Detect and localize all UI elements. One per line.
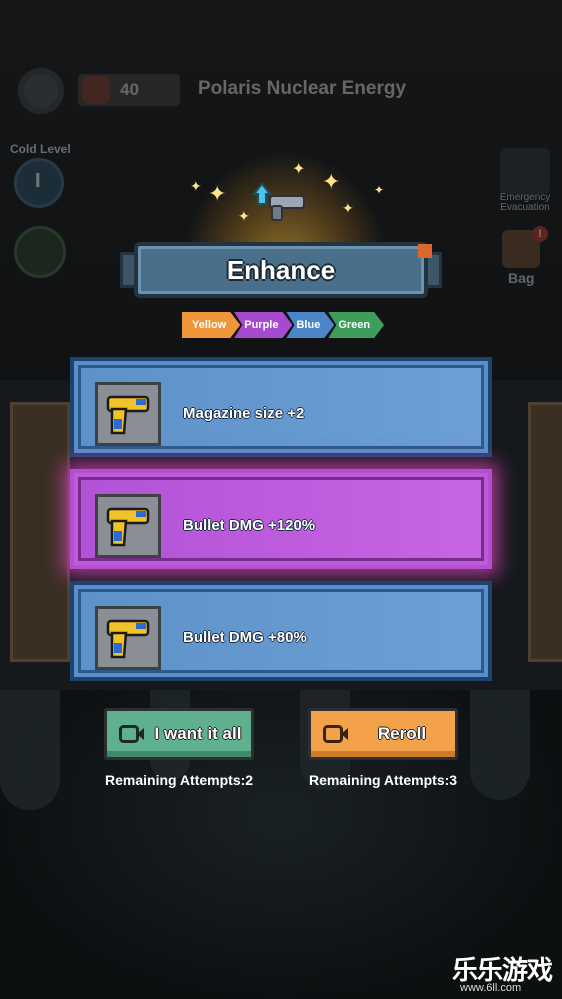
tier-green: Green: [328, 312, 384, 338]
pistol-icon: [106, 507, 150, 547]
tier-blue: Blue: [286, 312, 334, 338]
card-inner: Magazine size +2: [78, 365, 484, 449]
take-all-label: I want it all: [154, 724, 242, 743]
background-door: [10, 402, 70, 662]
card-inner: Bullet DMG +120%: [78, 477, 484, 561]
snow-drip: [0, 690, 60, 810]
coin-value: 40: [120, 80, 139, 99]
sparkle-icon: ✦: [374, 183, 385, 197]
cold-level-label: Cold Level: [10, 142, 71, 156]
snow-drip: [470, 690, 530, 800]
video-ad-icon: [323, 725, 348, 743]
sparkle-icon: ✦: [342, 200, 354, 216]
sparkle-icon: ✦: [208, 181, 227, 206]
weapon-slot-icon: [14, 226, 66, 278]
gun-thumbnail: [95, 382, 161, 446]
tier-purple: Purple: [234, 312, 292, 338]
option-label: Bullet DMG +80%: [183, 629, 307, 646]
sparkle-icon: ✦: [190, 178, 202, 194]
reroll-attempts: Remaining Attempts:3: [309, 772, 458, 788]
sparkle-icon: ✦: [238, 208, 250, 224]
zone-title: Polaris Nuclear Energy: [198, 78, 407, 99]
pistol-icon: [106, 395, 150, 435]
watermark-url: www.6ll.com: [460, 982, 522, 994]
upgrade-gun-icon: [251, 182, 308, 222]
settings-gear-icon: [18, 68, 64, 114]
sparkle-icon: ✦: [322, 169, 341, 194]
enhance-option-card[interactable]: Magazine size +2: [70, 357, 492, 457]
bag-label: Bag: [508, 270, 535, 286]
background-door: [528, 402, 562, 662]
gun-thumbnail: [95, 606, 161, 670]
take-all-button[interactable]: I want it all: [104, 708, 254, 760]
enhance-option-card-selected[interactable]: Bullet DMG +120%: [70, 469, 492, 569]
evacuation-label: Emergency Evacuation: [499, 192, 551, 213]
video-ad-icon: [119, 725, 144, 743]
cold-level-value: I: [35, 170, 41, 192]
option-label: Magazine size +2: [183, 405, 305, 422]
coin-icon: [82, 76, 110, 104]
bag-alert-badge: !: [532, 226, 548, 242]
enhance-title: Enhance: [226, 255, 336, 285]
take-all-attempts: Remaining Attempts:2: [105, 772, 254, 788]
card-inner: Bullet DMG +80%: [78, 589, 484, 673]
option-label: Bullet DMG +120%: [183, 517, 316, 534]
reroll-button[interactable]: Reroll: [308, 708, 458, 760]
reroll-label: Reroll: [377, 724, 427, 743]
rarity-tier-legend: Yellow Purple Blue Green: [182, 312, 378, 338]
tier-yellow: Yellow: [182, 312, 240, 338]
enhance-option-card[interactable]: Bullet DMG +80%: [70, 581, 492, 681]
pistol-icon: [106, 619, 150, 659]
sparkle-icon: ✦: [292, 161, 306, 178]
evacuation-icon: [500, 148, 550, 194]
gun-thumbnail: [95, 494, 161, 558]
